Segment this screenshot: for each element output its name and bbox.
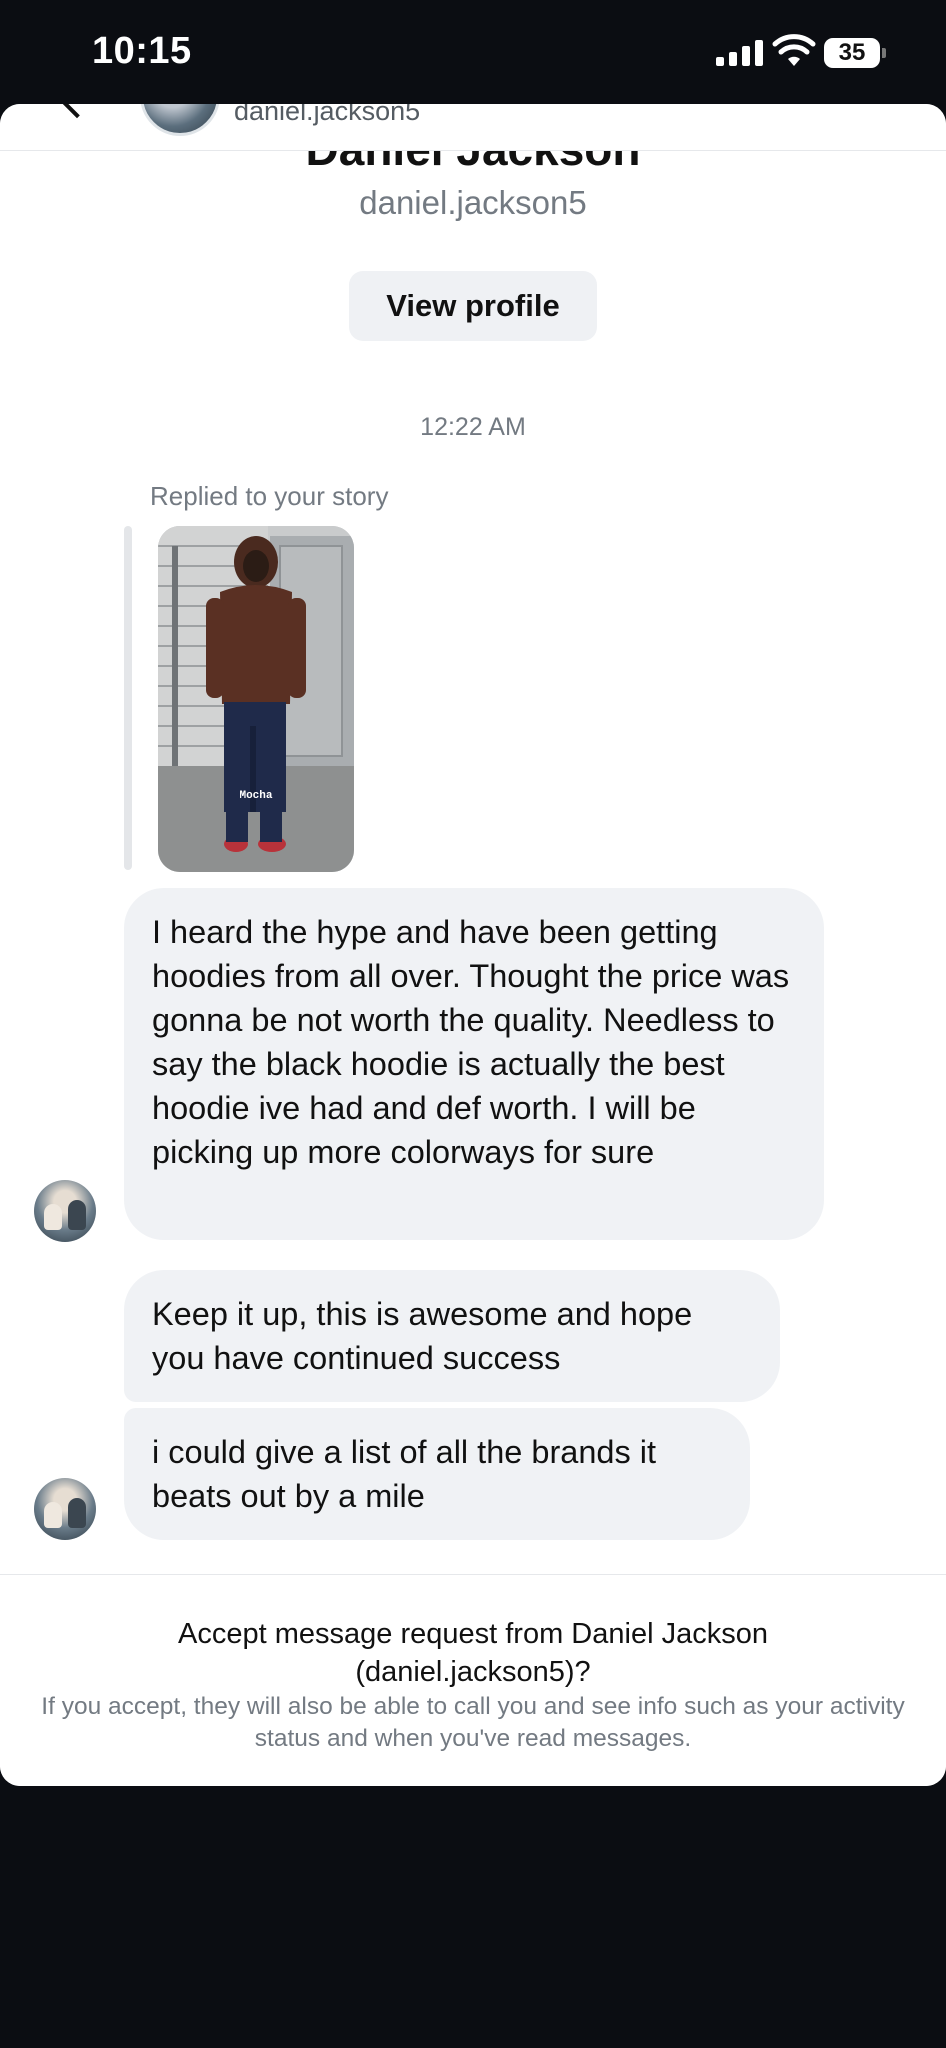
request-title: Accept message request from Daniel Jacks…: [178, 1618, 768, 1688]
profile-handle: daniel.jackson5: [359, 184, 587, 221]
status-bar: 10:15 35: [0, 0, 946, 104]
message-request-panel: Accept message request from Daniel Jacks…: [0, 1574, 946, 1786]
header-username[interactable]: daniel.jackson5: [234, 104, 420, 127]
battery-cap: [882, 48, 886, 58]
back-icon[interactable]: [55, 104, 99, 119]
view-profile-button[interactable]: View profile: [349, 271, 597, 341]
status-time: 10:15: [92, 30, 192, 72]
battery-icon: 35: [824, 38, 880, 68]
story-caption: Mocha: [239, 790, 272, 802]
avatar[interactable]: [34, 1180, 96, 1242]
request-note: If you accept, they will also be able to…: [41, 1693, 905, 1752]
signal-icon: [716, 40, 763, 66]
conversation-header: daniel.jackson5: [0, 104, 946, 151]
story-image: Mocha: [158, 526, 354, 872]
story-thumbnail[interactable]: Mocha: [158, 526, 354, 872]
message-bubble[interactable]: I heard the hype and have been getting h…: [124, 888, 824, 1240]
avatar[interactable]: [34, 1478, 96, 1540]
message-bubble[interactable]: i could give a list of all the brands it…: [124, 1408, 750, 1540]
battery-level: 35: [838, 39, 866, 66]
wifi-icon: [772, 34, 816, 66]
message-bubble[interactable]: Keep it up, this is awesome and hope you…: [124, 1270, 780, 1402]
message-timestamp: 12:22 AM: [420, 413, 526, 441]
avatar[interactable]: [140, 104, 220, 136]
story-reply-label: Replied to your story: [150, 481, 389, 511]
conversation-sheet: daniel.jackson5 Daniel Jackson daniel.ja…: [0, 104, 946, 1786]
reply-indicator: [124, 526, 132, 870]
